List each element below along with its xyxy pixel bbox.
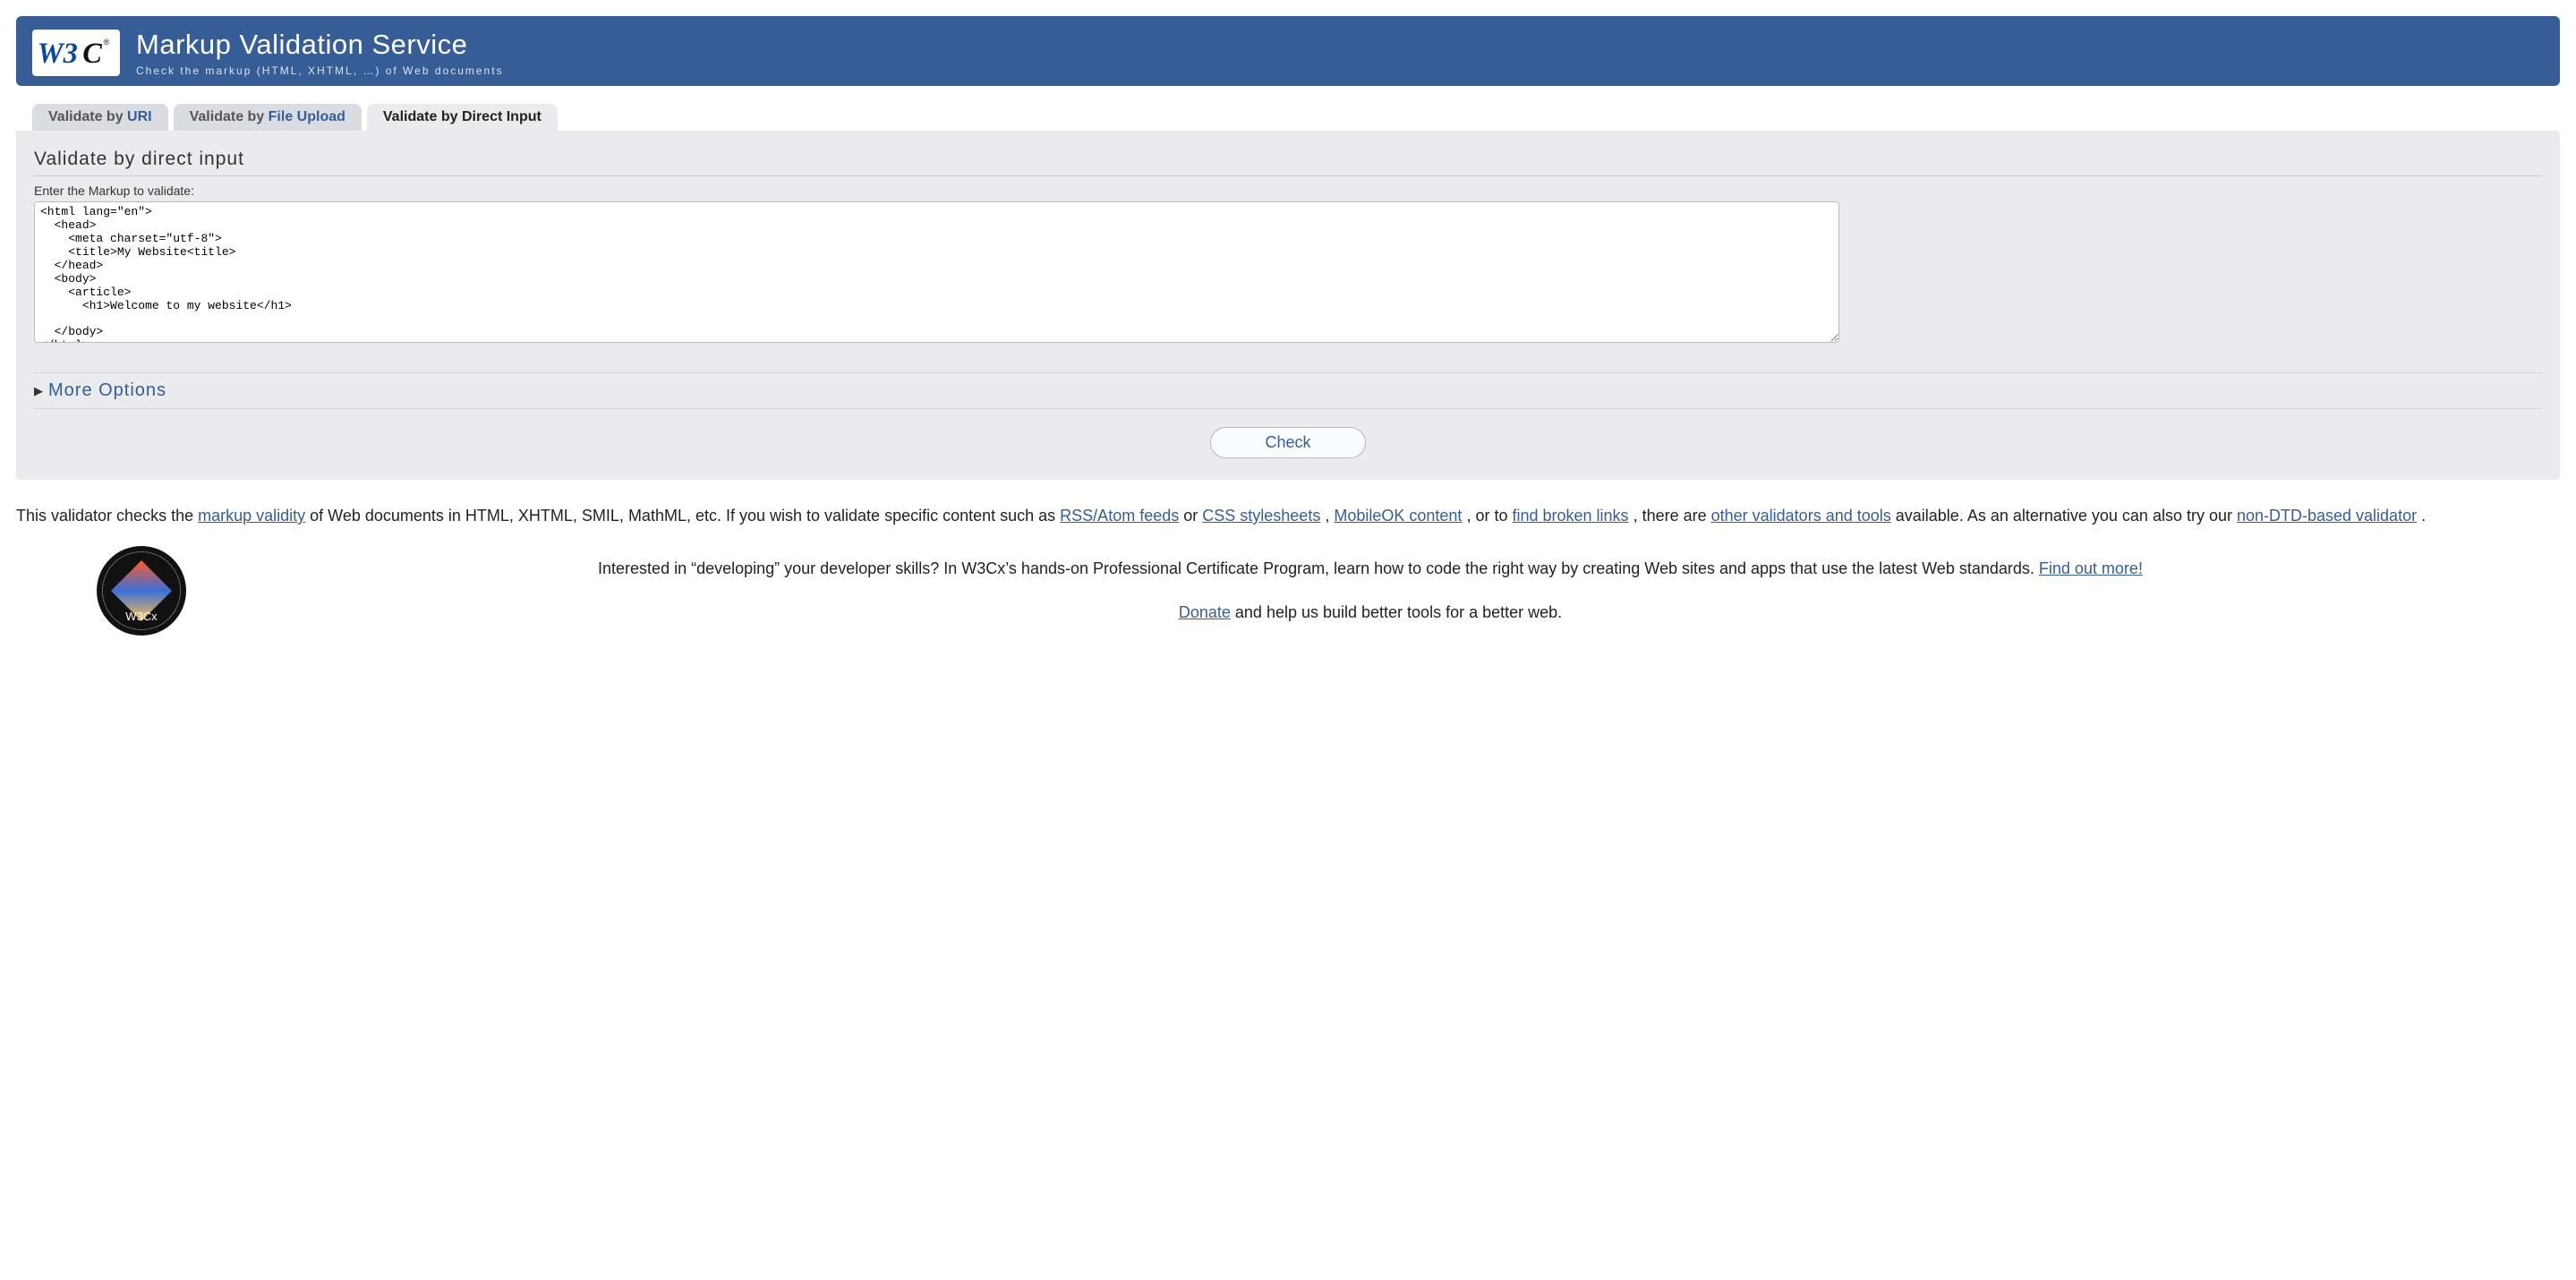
tab-label-prefix: Validate by [48,109,127,124]
tab-label-prefix: Validate by [190,109,269,124]
panel-heading: Validate by direct input [34,149,2542,170]
tab-validate-direct-input[interactable]: Validate by Direct Input [367,104,558,131]
markup-label: Enter the Markup to validate: [34,183,2542,198]
desc-text: . [2421,507,2426,525]
header-banner: W3 C ® Markup Validation Service Check t… [16,16,2560,86]
tab-label-link: File Upload [269,109,345,124]
description-paragraph: This validator checks the markup validit… [16,505,2560,526]
desc-text: , there are [1633,507,1711,525]
panel-direct-input: Validate by direct input Enter the Marku… [16,131,2560,480]
svg-text:C: C [82,38,102,70]
link-rss-atom[interactable]: RSS/Atom feeds [1060,507,1179,525]
chevron-right-icon: ▶ [34,384,43,398]
svg-text:®: ® [104,38,110,47]
w3cx-badge[interactable]: W3Cx [97,546,186,636]
w3c-logo[interactable]: W3 C ® [32,30,120,76]
link-non-dtd-validator[interactable]: non-DTD-based validator [2237,507,2417,525]
link-css[interactable]: CSS stylesheets [1202,507,1320,525]
desc-text: or [1183,507,1202,525]
promo-text: Interested in “developing” your develope… [598,559,2039,577]
desc-text: available. As an alternative you can als… [1896,507,2237,525]
tab-validate-uri[interactable]: Validate by URI [32,104,168,131]
link-markup-validity[interactable]: markup validity [198,507,305,525]
svg-text:W3: W3 [38,38,78,70]
desc-text: of Web documents in HTML, XHTML, SMIL, M… [310,507,1060,525]
markup-input[interactable] [34,201,1839,343]
tab-validate-file[interactable]: Validate by File Upload [174,104,362,131]
more-options-toggle[interactable]: ▶ More Options [34,372,2542,409]
page-subtitle: Check the markup (HTML, XHTML, …) of Web… [136,64,504,77]
tab-label-link: URI [127,109,152,124]
tab-label-link: Direct Input [462,109,542,124]
donate-text: and help us build better tools for a bet… [1235,603,1562,621]
link-donate[interactable]: Donate [1179,603,1231,621]
promo-block: W3Cx Interested in “developing” your dev… [16,546,2560,636]
link-broken-links[interactable]: find broken links [1512,507,1628,525]
more-options-label: More Options [48,380,166,401]
desc-text: , or to [1466,507,1512,525]
divider [34,175,2542,176]
link-other-tools[interactable]: other validators and tools [1711,507,1891,525]
w3cx-badge-label: W3Cx [97,610,186,623]
w3c-logo-icon: W3 C ® [36,33,116,73]
tabs: Validate by URI Validate by File Upload … [16,104,2560,131]
check-button[interactable]: Check [1210,427,1365,458]
desc-text: , [1325,507,1334,525]
link-mobileok[interactable]: MobileOK content [1334,507,1462,525]
page-title: Markup Validation Service [136,29,504,61]
desc-text: This validator checks the [16,507,198,525]
tab-label-prefix: Validate by [383,109,462,124]
link-find-out-more[interactable]: Find out more! [2039,559,2143,577]
